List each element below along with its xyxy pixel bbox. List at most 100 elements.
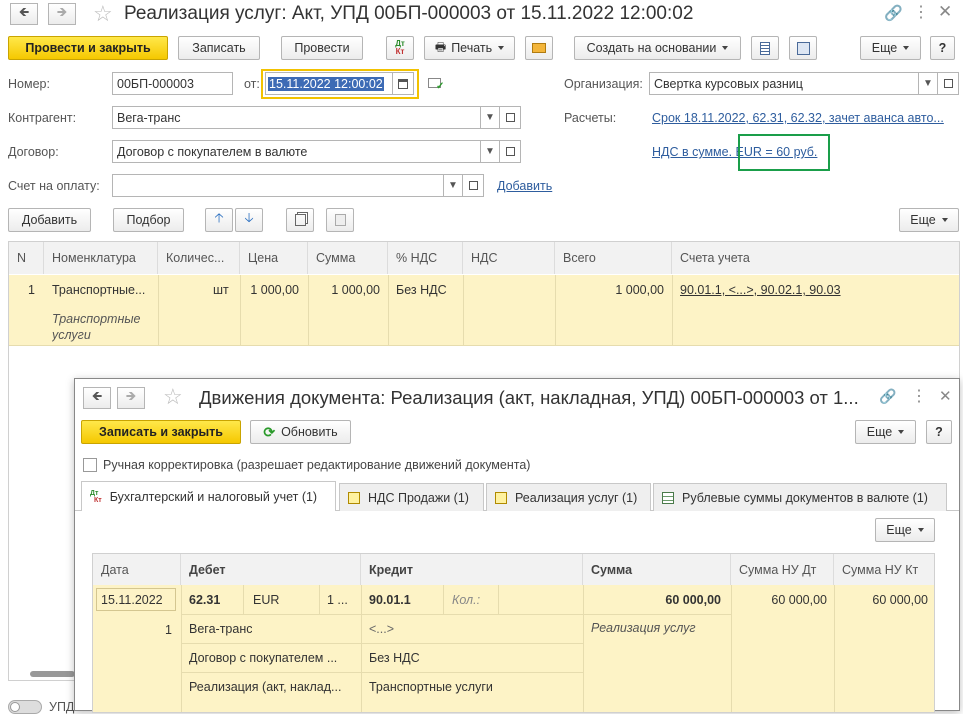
org-field[interactable]: Свертка курсовых разниц — [649, 72, 919, 95]
create-based-button[interactable]: Создать на основании — [574, 36, 741, 60]
table-row[interactable]: 15.11.2022 1 62.31 EUR 1 ... Вега-транс … — [93, 585, 934, 712]
col-nu-kt[interactable]: Сумма НУ Кт — [834, 554, 934, 585]
date-cell[interactable]: 15.11.2022 — [96, 588, 176, 611]
contractor-label: Контрагент: — [8, 111, 77, 125]
menu-dots-icon[interactable]: ⋮ — [913, 2, 929, 22]
calendar-icon — [398, 78, 408, 89]
number-field[interactable]: 00БП-000003 — [112, 72, 233, 95]
col-debit[interactable]: Дебет — [181, 554, 361, 585]
manual-correction-checkbox[interactable] — [83, 458, 97, 472]
contract-dropdown-button[interactable]: ▼ — [480, 140, 500, 163]
help-button[interactable]: ? — [930, 36, 955, 60]
contractor-dropdown-button[interactable]: ▼ — [480, 106, 500, 129]
col-accounts[interactable]: Счета учета — [672, 242, 959, 274]
grid-more-button[interactable]: Еще — [875, 518, 935, 542]
printer-icon: 🖶 — [434, 39, 447, 54]
save-close-button[interactable]: Записать и закрыть — [81, 420, 241, 444]
upd-toggle[interactable] — [8, 700, 42, 714]
add-row-button[interactable]: Добавить — [8, 208, 91, 232]
save-button[interactable]: Записать — [178, 36, 260, 60]
post-button[interactable]: Провести — [281, 36, 363, 60]
invoice-field[interactable] — [112, 174, 444, 197]
dialog-menu-dots-icon[interactable]: ⋮ — [911, 386, 927, 406]
date-field[interactable]: 15.11.2022 12:00:02 — [265, 72, 392, 95]
invoice-open-button[interactable] — [462, 174, 484, 197]
tab-accounting[interactable]: Дт Кт Бухгалтерский и налоговый учет (1) — [81, 481, 336, 511]
org-dropdown-button[interactable]: ▼ — [918, 72, 938, 95]
row-item-desc: Транспортные услуги — [52, 312, 141, 342]
row-price: 1 000,00 — [250, 283, 299, 297]
col-credit[interactable]: Кредит — [361, 554, 583, 585]
settlements-link[interactable]: Срок 18.11.2022, 62.31, 62.32, зачет ава… — [652, 111, 944, 125]
row-unit: шт — [213, 283, 229, 297]
movements-dialog: 🡸 🡺 ☆ Движения документа: Реализация (ак… — [74, 378, 960, 713]
invoice-dropdown-button[interactable]: ▼ — [443, 174, 463, 197]
add-invoice-link[interactable]: Добавить — [497, 179, 552, 193]
org-open-button[interactable] — [937, 72, 959, 95]
print-button[interactable]: 🖶 Печать — [424, 36, 515, 60]
move-up-button[interactable]: 🡡 — [205, 208, 233, 232]
contractor-open-button[interactable] — [499, 106, 521, 129]
dialog-close-icon[interactable]: ✕ — [939, 387, 952, 405]
page-title: Реализация услуг: Акт, УПД 00БП-000003 о… — [124, 3, 694, 24]
copy-button[interactable] — [286, 208, 314, 232]
calendar-button[interactable] — [392, 72, 414, 95]
org-label: Организация: — [564, 77, 643, 91]
contract-field[interactable]: Договор с покупателем в валюте — [112, 140, 481, 163]
tab-service-sales[interactable]: Реализация услуг (1) — [486, 483, 651, 511]
table-more-button[interactable]: Еще — [899, 208, 959, 232]
col-n[interactable]: N — [9, 242, 44, 274]
horizontal-scrollbar[interactable] — [30, 671, 75, 677]
col-nomenclature[interactable]: Номенклатура — [44, 242, 158, 274]
dialog-link-icon[interactable]: 🔗 — [879, 388, 896, 405]
star-icon[interactable]: ☆ — [93, 1, 113, 27]
move-down-button[interactable]: 🡣 — [235, 208, 263, 232]
contractor-field[interactable]: Вега-транс — [112, 106, 481, 129]
email-button[interactable] — [525, 36, 553, 60]
from-label: от: — [244, 77, 260, 91]
dialog-help-button[interactable]: ? — [926, 420, 952, 444]
row-item: Транспортные... — [52, 283, 146, 297]
structure-icon — [796, 41, 810, 55]
col-quantity[interactable]: Количес... — [158, 242, 240, 274]
amount: 60 000,00 — [665, 593, 721, 607]
post-close-button[interactable]: Провести и закрыть — [8, 36, 168, 60]
col-vat[interactable]: НДС — [463, 242, 555, 274]
col-total[interactable]: Всего — [555, 242, 672, 274]
dialog-more-button[interactable]: Еще — [855, 420, 916, 444]
col-vat-rate[interactable]: % НДС — [388, 242, 463, 274]
line-number: 1 — [165, 623, 172, 637]
structure-icon-button[interactable] — [789, 36, 817, 60]
col-sum[interactable]: Сумма — [308, 242, 388, 274]
tab-ruble-sums[interactable]: Рублевые суммы документов в валюте (1) — [653, 483, 947, 511]
debit-currency: EUR — [253, 593, 280, 607]
col-amount[interactable]: Сумма — [583, 554, 731, 585]
list-icon-button[interactable] — [751, 36, 779, 60]
more-button[interactable]: Еще — [860, 36, 921, 60]
refresh-button[interactable]: ⟳ Обновить — [250, 420, 351, 444]
dialog-nav-forward-button[interactable]: 🡺 — [117, 387, 145, 409]
dtkt-button[interactable]: Дт Кт — [386, 36, 414, 60]
debit-account: 62.31 — [189, 593, 221, 607]
dialog-nav-back-button[interactable]: 🡸 — [83, 387, 111, 409]
row-accounts-link[interactable]: 90.01.1, <...>, 90.02.1, 90.03 — [680, 283, 841, 297]
link-icon[interactable]: 🔗 — [884, 4, 903, 22]
table-row[interactable]: 1 Транспортные... Транспортные услуги шт… — [9, 275, 959, 346]
manual-correction-label: Ручная корректировка (разрешает редактир… — [103, 458, 531, 472]
nav-forward-button[interactable]: 🡺 — [48, 3, 76, 25]
dialog-star-icon[interactable]: ☆ — [163, 384, 183, 410]
tab-vat-sales[interactable]: НДС Продажи (1) — [339, 483, 484, 511]
nav-back-button[interactable]: 🡸 — [10, 3, 38, 25]
grid-header: Дата Дебет Кредит Сумма Сумма НУ Дт Сумм… — [93, 554, 934, 585]
pick-button[interactable]: Подбор — [113, 208, 184, 232]
contract-open-button[interactable] — [499, 140, 521, 163]
col-price[interactable]: Цена — [240, 242, 308, 274]
paste-button[interactable] — [326, 208, 354, 232]
close-icon[interactable]: ✕ — [938, 2, 952, 22]
col-date[interactable]: Дата — [93, 554, 181, 585]
row-sum: 1 000,00 — [331, 283, 380, 297]
vat-highlight-box — [738, 134, 830, 171]
col-nu-dt[interactable]: Сумма НУ Дт — [731, 554, 834, 585]
posted-status-icon: ✓ — [428, 78, 444, 92]
debit-subconto-3: Реализация (акт, наклад... — [189, 680, 342, 694]
